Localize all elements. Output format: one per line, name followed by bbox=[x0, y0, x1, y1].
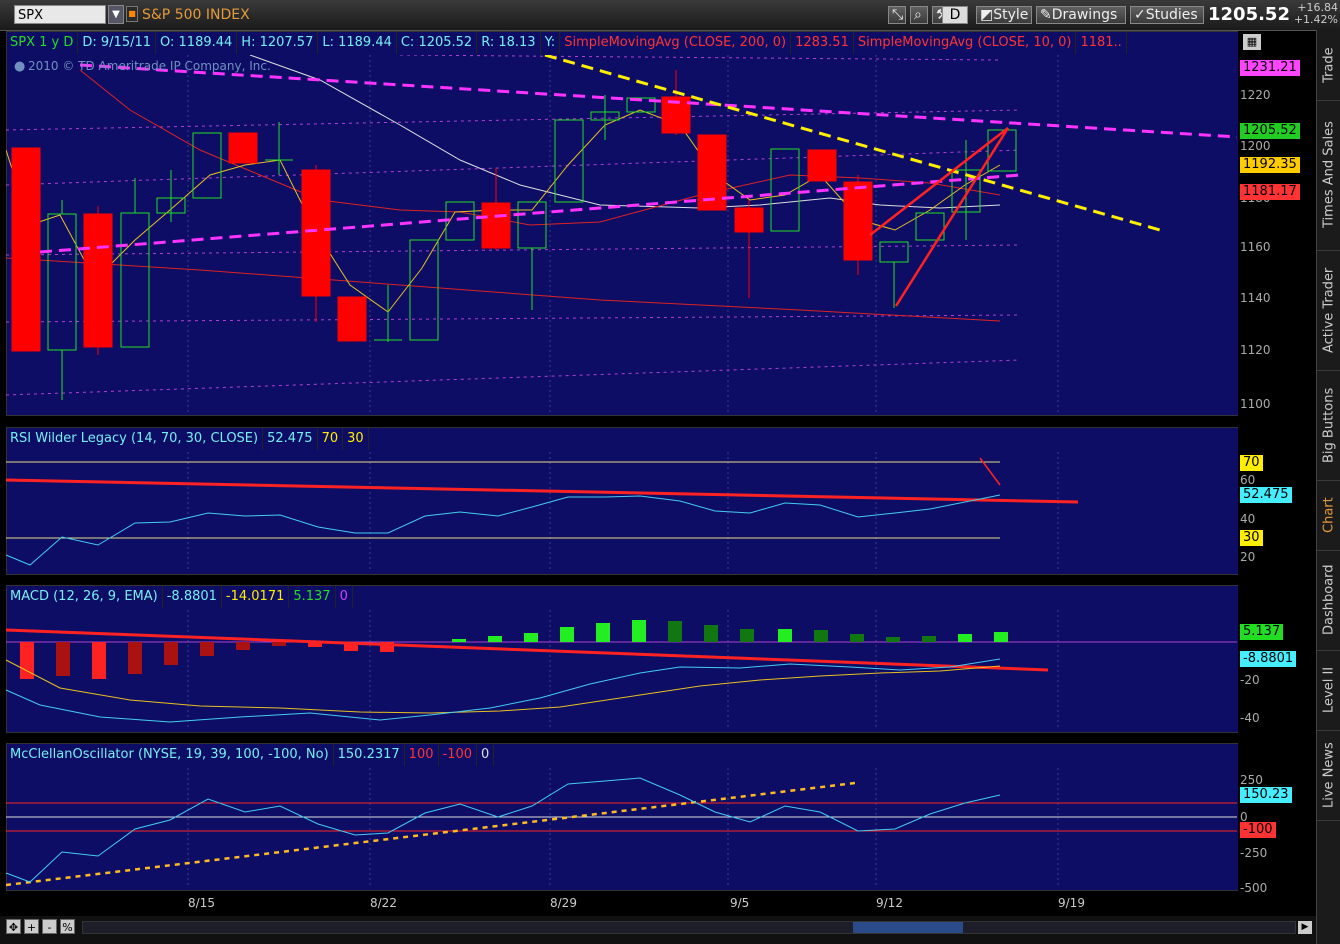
rsi-header: RSI Wilder Legacy (14, 70, 30, CLOSE) 52.… bbox=[6, 428, 369, 450]
zoom-in-button[interactable]: + bbox=[24, 919, 39, 934]
price-tick: 1140 bbox=[1240, 291, 1271, 305]
zoom-out-button[interactable]: - bbox=[42, 919, 57, 934]
date-label: 8/29 bbox=[550, 896, 577, 910]
tab-trade[interactable]: Trade bbox=[1317, 30, 1340, 101]
date-label: 9/12 bbox=[876, 896, 903, 910]
macd-tag-value: -8.8801 bbox=[1240, 651, 1297, 667]
rsi-tag-30: 30 bbox=[1240, 530, 1263, 546]
mcc-tick: -250 bbox=[1240, 846, 1268, 860]
price-tick: 1160 bbox=[1240, 240, 1271, 254]
scroll-right-icon[interactable]: ▶ bbox=[1298, 921, 1312, 934]
date-label: 9/5 bbox=[730, 896, 750, 910]
mcc-tag-minus100: -100 bbox=[1240, 822, 1276, 838]
price-tick: 1220 bbox=[1240, 88, 1271, 102]
scrollbar-track[interactable] bbox=[82, 921, 1296, 934]
copyright-icon: ● bbox=[14, 59, 25, 74]
tab-times-and-sales[interactable]: Times And Sales bbox=[1317, 100, 1340, 251]
rsi-tag-value: 52.475 bbox=[1240, 487, 1292, 503]
price-tag-yellow: 1192.35 bbox=[1240, 157, 1300, 173]
date-label: 8/22 bbox=[370, 896, 397, 910]
mcclellan-header: McClellanOscillator (NYSE, 19, 39, 100, … bbox=[6, 744, 495, 766]
mcc-tag-value: 150.23 bbox=[1240, 787, 1292, 803]
price-tag-sma200: 1231.21 bbox=[1240, 60, 1300, 76]
tab-active-trader[interactable]: Active Trader bbox=[1317, 250, 1340, 371]
mcclellan-plot bbox=[5, 777, 1237, 887]
tab-live-news[interactable]: Live News bbox=[1317, 730, 1340, 821]
date-label: 9/19 bbox=[1058, 896, 1085, 910]
date-label: 8/15 bbox=[188, 896, 215, 910]
macd-header: MACD (12, 26, 9, EMA) -8.8801 -14.0171 5.13… bbox=[6, 586, 353, 608]
copyright-text: 2010 © TD Ameritrade IP Company, Inc. bbox=[28, 59, 271, 73]
tab-level-ii[interactable]: Level II bbox=[1317, 650, 1340, 731]
rsi-tag-70: 70 bbox=[1240, 455, 1263, 471]
tab-dashboard[interactable]: Dashboard bbox=[1317, 550, 1340, 651]
chart-canvas: ● bbox=[5, 55, 1237, 888]
rsi-plot bbox=[5, 457, 1079, 566]
price-tag-last: 1205.52 bbox=[1240, 123, 1300, 139]
mcc-tick: -500 bbox=[1240, 881, 1268, 895]
price-drawings bbox=[6, 55, 1237, 400]
price-study-header: SPX 1 y D D: 9/15/11 O: 1189.44 H: 1207.57 L… bbox=[6, 32, 1127, 54]
macd-tag-hist: 5.137 bbox=[1240, 624, 1284, 640]
price-tick: 1120 bbox=[1240, 343, 1271, 357]
rsi-tick: 60 bbox=[1240, 473, 1256, 487]
macd-plot bbox=[5, 620, 1237, 723]
price-tag-sma10: 1181.17 bbox=[1240, 184, 1300, 200]
rsi-tick: 40 bbox=[1240, 512, 1256, 526]
percent-button[interactable]: % bbox=[60, 919, 75, 934]
macd-tick: -20 bbox=[1240, 673, 1260, 687]
tab-big-buttons[interactable]: Big Buttons bbox=[1317, 370, 1340, 481]
mcc-tick: 250 bbox=[1240, 773, 1263, 787]
pan-icon[interactable]: ✥ bbox=[6, 919, 21, 934]
rsi-tick: 20 bbox=[1240, 550, 1256, 564]
price-tick: 1100 bbox=[1240, 397, 1271, 411]
macd-tick: -40 bbox=[1240, 711, 1260, 725]
price-tick: 1200 bbox=[1240, 139, 1271, 153]
chart-settings-icon[interactable]: ▦ bbox=[1243, 34, 1261, 50]
side-tabs: Trade Times And Sales Active Trader Big … bbox=[1316, 30, 1340, 944]
tab-chart[interactable]: Chart bbox=[1317, 480, 1340, 551]
scrollbar-thumb[interactable] bbox=[853, 922, 963, 933]
